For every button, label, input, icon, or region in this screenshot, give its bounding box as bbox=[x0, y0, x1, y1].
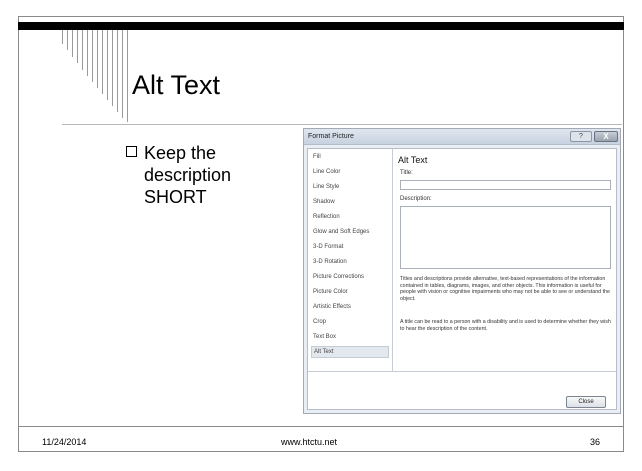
help-text-titles: Titles and descriptions provide alternat… bbox=[400, 276, 610, 302]
bullet-square-icon bbox=[126, 146, 137, 157]
footer-url: www.htctu.net bbox=[281, 437, 338, 447]
menu-item-line-style[interactable]: Line Style bbox=[311, 181, 389, 193]
menu-item-line-color[interactable]: Line Color bbox=[311, 166, 389, 178]
slide-title: Alt Text bbox=[132, 70, 221, 100]
menu-item-fill[interactable]: Fill bbox=[311, 151, 389, 163]
help-icon[interactable]: ? bbox=[570, 131, 592, 142]
menu-item-glow-soft-edges[interactable]: Glow and Soft Edges bbox=[311, 226, 389, 238]
description-field[interactable] bbox=[400, 206, 611, 269]
title-field-label: Title: bbox=[400, 170, 413, 176]
help-text-title-usage: A title can be read to a person with a d… bbox=[400, 319, 611, 332]
dialog-body: Fill Line Color Line Style Shadow Reflec… bbox=[307, 148, 617, 410]
footer-date: 11/24/2014 bbox=[42, 437, 87, 447]
menu-item-artistic-effects[interactable]: Artistic Effects bbox=[311, 301, 389, 313]
slide-top-bar bbox=[18, 22, 624, 30]
bullet-text: Keep the description SHORT bbox=[144, 143, 232, 207]
menu-item-reflection[interactable]: Reflection bbox=[311, 211, 389, 223]
menu-item-alt-text[interactable]: Alt Text bbox=[311, 346, 389, 358]
footer-divider bbox=[18, 426, 624, 427]
slide-number: 36 bbox=[590, 437, 601, 447]
menu-item-shadow[interactable]: Shadow bbox=[311, 196, 389, 208]
category-list: Fill Line Color Line Style Shadow Reflec… bbox=[308, 149, 393, 371]
title-divider bbox=[62, 124, 622, 125]
format-picture-dialog: Format Picture ? X Fill Line Color Line … bbox=[303, 128, 621, 414]
menu-item-picture-color[interactable]: Picture Color bbox=[311, 286, 389, 298]
menu-item-3d-format[interactable]: 3-D Format bbox=[311, 241, 389, 253]
bullet-item: Keep the description SHORT bbox=[126, 142, 284, 208]
close-button[interactable]: Close bbox=[566, 396, 606, 408]
menu-item-3d-rotation[interactable]: 3-D Rotation bbox=[311, 256, 389, 268]
title-field[interactable] bbox=[400, 180, 611, 190]
menu-item-text-box[interactable]: Text Box bbox=[311, 331, 389, 343]
menu-item-crop[interactable]: Crop bbox=[311, 316, 389, 328]
dialog-title: Format Picture bbox=[308, 133, 354, 140]
description-field-label: Description: bbox=[400, 196, 432, 202]
dialog-titlebar: Format Picture ? X bbox=[304, 129, 620, 145]
pane-heading: Alt Text bbox=[398, 155, 428, 165]
close-icon[interactable]: X bbox=[594, 131, 618, 142]
dialog-footer-divider bbox=[308, 371, 616, 372]
menu-item-picture-corrections[interactable]: Picture Corrections bbox=[311, 271, 389, 283]
